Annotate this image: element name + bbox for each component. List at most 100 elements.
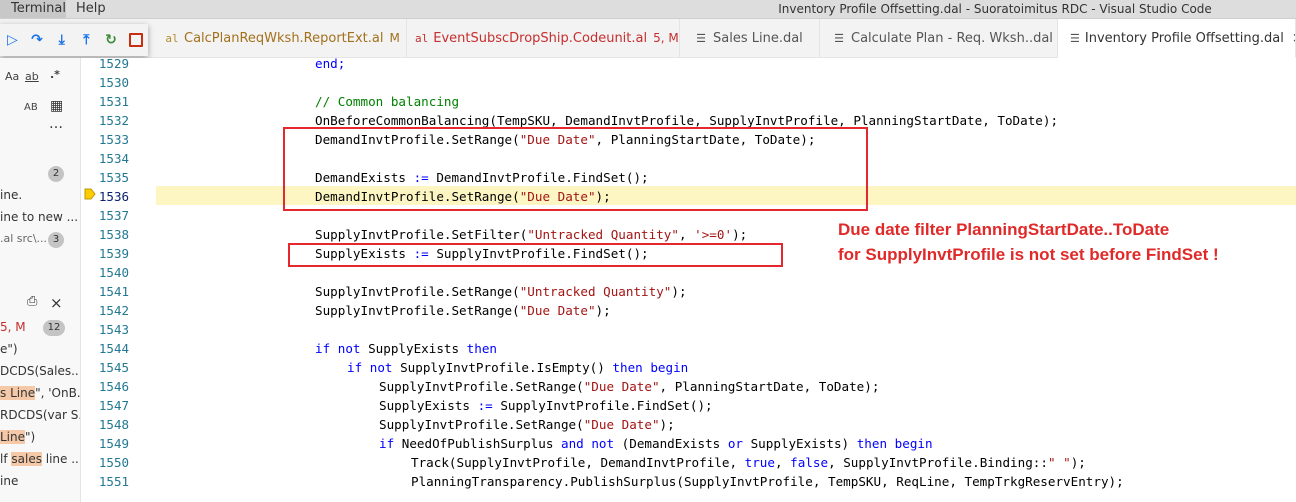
tab-eventsubscdropship[interactable]: al EventSubscDropShip.Codeunit.al 5, M (407, 19, 680, 57)
tab-status: M (389, 31, 400, 45)
tab-sales-line[interactable]: ☰ Sales Line.dal (680, 19, 820, 57)
search-result[interactable]: lf sales line ... (0, 452, 81, 466)
tab-calcplanreqwksh[interactable]: al CalcPlanReqWksh.ReportExt.al M (157, 19, 407, 57)
tab-label: Inventory Profile Offsetting.dal (1084, 30, 1284, 46)
tab-calculate-plan[interactable]: ☰ Calculate Plan - Req. Wksh..dal (820, 19, 1058, 57)
code-token: SupplyExists (379, 398, 478, 413)
code-string: '>=0' (694, 227, 733, 242)
step-over-icon[interactable]: ↷ (25, 28, 50, 52)
code-token: Track(SupplyInvtProfile, DemandInvtProfi… (411, 455, 745, 470)
code-line: SupplyExists := SupplyInvtProfile.FindSe… (379, 396, 713, 415)
line-number: 1537 (98, 208, 129, 223)
tab-label: CalcPlanReqWksh.ReportExt.al (184, 30, 384, 46)
tab-label: EventSubscDropShip.Codeunit.al (433, 30, 648, 46)
line-number: 1534 (98, 151, 129, 166)
continue-icon[interactable]: ▷ (0, 28, 25, 52)
tab-label: Sales Line.dal (713, 30, 803, 46)
code-line: if not SupplyInvtProfile.IsEmpty() then … (347, 358, 688, 377)
code-token: SupplyInvtProfile.SetFilter( (315, 227, 528, 242)
search-result-text: lf (0, 452, 12, 466)
code-token: ); (732, 227, 748, 242)
code-token: SupplyInvtProfile.SetRange( (315, 303, 520, 318)
code-token: NeedOfPublishSurplus (394, 436, 561, 451)
search-result[interactable]: RDCDS(var S... (0, 408, 80, 422)
menu-terminal[interactable]: Terminal (0, 0, 66, 18)
restart-icon[interactable]: ↻ (99, 28, 124, 52)
line-number: 1538 (98, 227, 129, 242)
code-keyword: not (369, 360, 393, 375)
file-icon: ☰ (834, 31, 844, 45)
code-line: if not SupplyExists then (315, 339, 497, 358)
code-token: SupplyExists (360, 341, 467, 356)
line-number: 1551 (98, 474, 129, 489)
code-operator: := (477, 398, 493, 413)
search-result[interactable]: s Line", 'OnB... (0, 386, 80, 400)
search-result-file[interactable]: .al src\... (0, 232, 47, 245)
tab-inventory-profile-offsetting[interactable]: ☰ Inventory Profile Offsetting.dal × (1058, 19, 1296, 58)
tab-status: 5, M (653, 31, 679, 45)
code-line: SupplyInvtProfile.SetRange("Due Date"); (315, 301, 611, 320)
code-token: , (774, 455, 791, 470)
title-bar: Terminal Help Inventory Profile Offsetti… (0, 0, 1296, 19)
code-editor[interactable]: 1529 1530 1531 1532 1533 1534 1535 1536 … (81, 58, 1296, 502)
code-token: SupplyInvtProfile.IsEmpty() (392, 360, 613, 375)
menu-help[interactable]: Help (76, 0, 116, 18)
annotation-box-demand (283, 127, 868, 211)
result-count-badge: 3 (48, 232, 64, 248)
search-match: s Line (0, 386, 36, 400)
code-token: SupplyInvtProfile.SetRange( (315, 284, 520, 299)
debug-toolbar: ▷ ↷ ⤓ ⤒ ↻ (0, 24, 148, 56)
line-number: 1536 (98, 189, 129, 204)
match-whole-word-toggle[interactable]: ab (25, 70, 39, 83)
line-number: 1544 (98, 341, 129, 356)
code-keyword: begin (894, 436, 933, 451)
search-result[interactable]: Line") (0, 430, 35, 444)
stop-button[interactable] (123, 28, 148, 52)
code-string: "Due Date" (583, 379, 660, 394)
result-count-badge: 2 (48, 166, 64, 182)
code-line: SupplyInvtProfile.SetRange("Due Date"); (379, 415, 675, 434)
step-into-icon[interactable]: ⤓ (49, 28, 74, 52)
file-icon: ☰ (696, 31, 706, 45)
code-line: if NeedOfPublishSurplus and not (DemandE… (379, 434, 933, 453)
search-result-text: line ... (41, 452, 81, 466)
code-keyword: not (337, 341, 361, 356)
regex-toggle[interactable]: .* (50, 68, 60, 81)
annotation-text-line2: for SupplyInvtProfile is not set before … (838, 245, 1219, 264)
tab-label: Calculate Plan - Req. Wksh..dal (851, 30, 1053, 46)
code-line: SupplyInvtProfile.SetRange("Due Date", P… (379, 377, 879, 396)
search-result-text: ") (25, 430, 36, 444)
search-result[interactable]: ine (0, 474, 18, 488)
preserve-case-toggle[interactable]: AB (24, 102, 38, 113)
close-icon[interactable]: × (1292, 31, 1295, 46)
line-number: 1550 (98, 455, 129, 470)
code-keyword: or (727, 436, 743, 451)
code-keyword: begin (650, 360, 689, 375)
close-icon[interactable]: × (50, 294, 63, 312)
step-out-icon[interactable]: ⤒ (74, 28, 99, 52)
code-keyword: if (315, 341, 331, 356)
search-result[interactable]: DCDS(Sales... (0, 364, 80, 378)
search-match: sales (11, 452, 42, 466)
line-number: 1546 (98, 379, 129, 394)
search-result[interactable]: ine. (0, 188, 22, 202)
code-token: , (678, 227, 695, 242)
code-line: end; (315, 58, 346, 71)
code-keyword: if (379, 436, 395, 451)
editor-tab-bar: al CalcPlanReqWksh.ReportExt.al M al Eve… (0, 19, 1296, 58)
match-case-toggle[interactable]: Aa (5, 70, 19, 83)
code-string: "Untracked Quantity" (519, 284, 672, 299)
window-title: Inventory Profile Offsetting.dal - Suora… (778, 2, 1212, 16)
more-actions-icon[interactable]: … (49, 116, 63, 132)
line-number: 1529 (98, 58, 129, 71)
replace-all-icon[interactable]: ▦ (50, 98, 63, 114)
code-keyword: true (744, 455, 775, 470)
search-result[interactable]: e") (0, 342, 18, 356)
search-result[interactable]: ine to new ... (0, 210, 78, 224)
code-token: ); (659, 417, 675, 432)
line-number: 1549 (98, 436, 129, 451)
line-number: 1545 (98, 360, 129, 375)
clear-results-icon[interactable]: ⎙ (27, 294, 37, 309)
code-line: Track(SupplyInvtProfile, DemandInvtProfi… (411, 453, 1086, 472)
search-result-file[interactable]: 5, M (0, 320, 26, 334)
